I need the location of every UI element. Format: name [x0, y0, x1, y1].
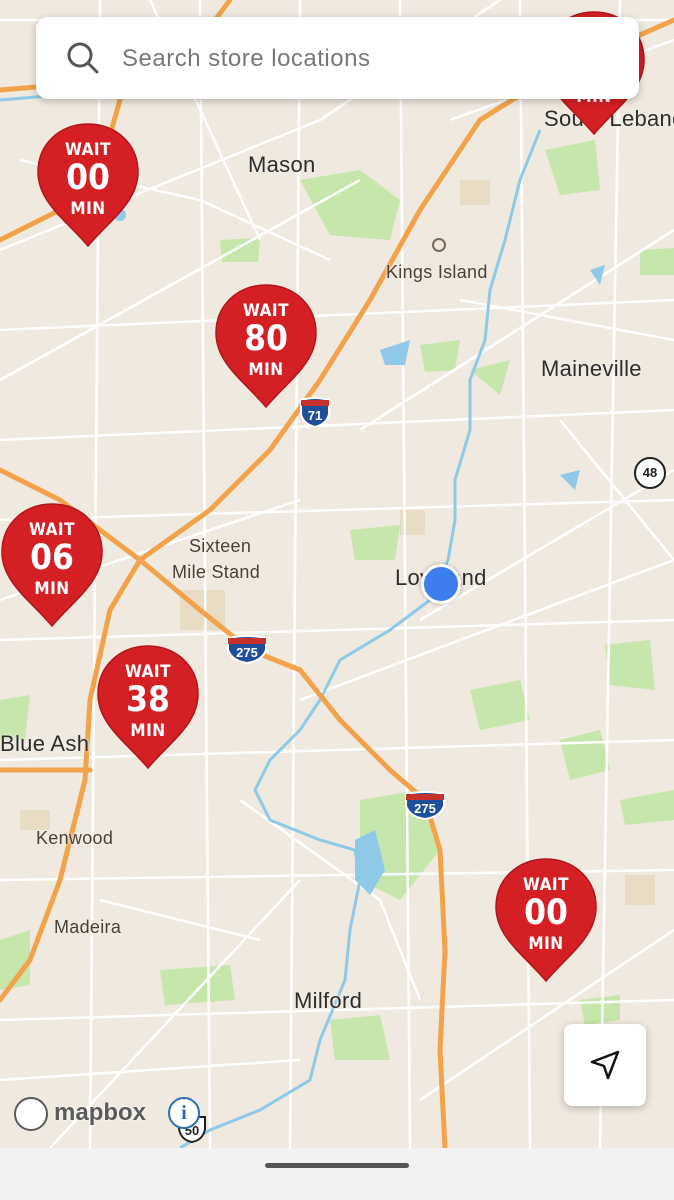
search-input[interactable]	[120, 37, 604, 81]
place-label-maineville: Maineville	[541, 356, 642, 381]
mapbox-wordmark: mapbox	[54, 1099, 147, 1126]
interstate-275-shield-north: 275	[226, 634, 268, 665]
interstate-275-shield-south: 275	[404, 790, 446, 821]
pin-wait-unit: MIN	[248, 360, 284, 380]
pin-wait-label: WAIT	[124, 662, 172, 682]
mapbox-logo-icon	[14, 1097, 48, 1131]
pin-wait-minutes: 06	[30, 538, 74, 578]
pin-wait-minutes: 80	[244, 319, 288, 359]
home-gesture-handle[interactable]	[265, 1163, 409, 1168]
pin-wait-unit: MIN	[70, 199, 106, 219]
pin-wait-label: WAIT	[522, 875, 570, 895]
pin-wait-minutes: 00	[524, 893, 568, 933]
pin-wait-label: WAIT	[64, 140, 112, 160]
place-label-mason: Mason	[248, 152, 316, 177]
system-navigation-bar	[0, 1148, 674, 1200]
search-bar[interactable]	[36, 17, 639, 99]
place-label-kings-island: Kings Island	[386, 262, 488, 282]
user-location-dot	[421, 564, 461, 604]
locate-me-button[interactable]	[564, 1024, 646, 1106]
store-pin[interactable]: WAIT 38 MIN	[96, 644, 200, 770]
pin-wait-unit: MIN	[34, 579, 70, 599]
store-pin[interactable]: WAIT 00 MIN	[36, 122, 140, 248]
map-canvas[interactable]: Mason Kings Island Maineville Sixteen Mi…	[0, 0, 674, 1148]
place-label-milford: Milford	[294, 988, 363, 1013]
place-label-madeira: Madeira	[54, 917, 122, 937]
info-button[interactable]: i	[168, 1097, 200, 1129]
pin-wait-unit: MIN	[130, 721, 166, 741]
place-label-sixteen-mile-stand-2: Mile Stand	[172, 562, 261, 582]
place-label-blue-ash: Blue Ash	[0, 731, 90, 756]
pin-wait-unit: MIN	[528, 934, 564, 954]
place-label-sixteen-mile-stand-1: Sixteen	[189, 536, 252, 556]
store-pin[interactable]: WAIT 00 MIN	[494, 857, 598, 983]
pin-wait-label: WAIT	[28, 520, 76, 540]
state-route-48-shield: 48	[633, 456, 667, 490]
store-pin[interactable]: WAIT 80 MIN	[214, 283, 318, 409]
place-label-kenwood: Kenwood	[36, 828, 114, 848]
landmark-icon	[432, 238, 446, 252]
pin-wait-minutes: 00	[66, 158, 110, 198]
search-icon	[67, 42, 99, 74]
store-pin[interactable]: WAIT 06 MIN	[0, 502, 104, 628]
pin-wait-minutes: 38	[126, 680, 170, 720]
navigation-arrow-icon	[590, 1050, 620, 1080]
pin-wait-label: WAIT	[242, 301, 290, 321]
